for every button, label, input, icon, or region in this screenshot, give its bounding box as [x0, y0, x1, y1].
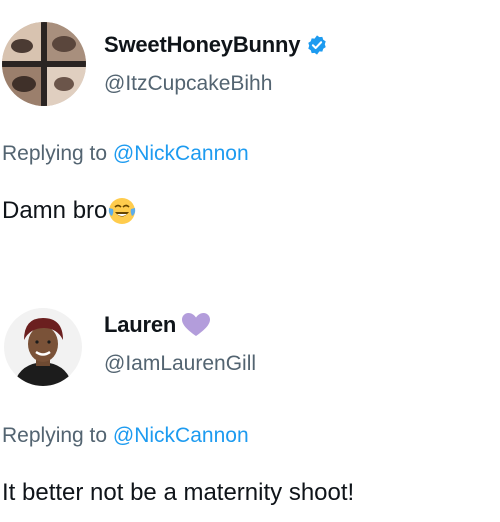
tears-of-joy-emoji-icon [107, 196, 137, 226]
tweet-text-content: It better not be a maternity shoot! [2, 479, 355, 506]
display-name[interactable]: Lauren [104, 312, 176, 338]
tweet-card[interactable]: SweetHoneyBunny @ItzCupcakeBihh Replying… [0, 0, 500, 260]
tweet-text: It better not be a maternity shoot! [2, 479, 354, 507]
display-name[interactable]: SweetHoneyBunny [104, 32, 300, 58]
purple-heart-icon [182, 313, 211, 337]
tweet-text-content: Damn bro [2, 197, 108, 224]
name-row: SweetHoneyBunny [104, 32, 328, 58]
replying-prefix: Replying to [2, 142, 113, 165]
name-row: Lauren [104, 312, 211, 338]
mention-link[interactable]: @NickCannon [113, 424, 249, 447]
tweet-text: Damn bro [2, 196, 137, 226]
mention-link[interactable]: @NickCannon [113, 142, 249, 165]
tweet-card[interactable]: Lauren @IamLaurenGill Replying to @NickC… [0, 296, 500, 522]
replying-to: Replying to @NickCannon [2, 142, 249, 166]
avatar[interactable] [2, 22, 86, 106]
handle[interactable]: @ItzCupcakeBihh [104, 72, 272, 96]
replying-prefix: Replying to [2, 424, 113, 447]
verified-badge-icon [306, 34, 328, 56]
handle[interactable]: @IamLaurenGill [104, 352, 256, 376]
replying-to: Replying to @NickCannon [2, 424, 249, 448]
avatar[interactable] [4, 308, 82, 386]
